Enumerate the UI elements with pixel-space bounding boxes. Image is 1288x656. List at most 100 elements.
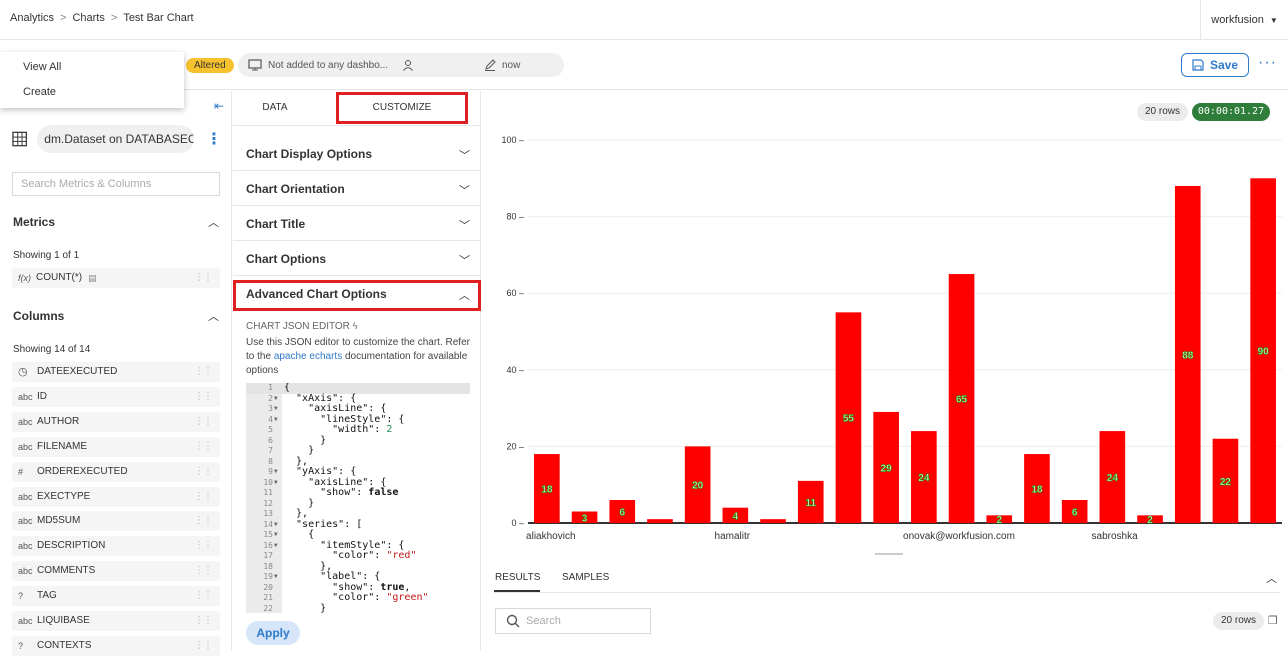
resize-handle[interactable]	[875, 553, 903, 555]
column-name: DESCRIPTION	[37, 540, 106, 552]
code-line: 9 ▼ "yAxis": {	[246, 466, 470, 478]
x-tick-label: hamalitr	[715, 531, 751, 542]
drag-handle-icon[interactable]: ⋮⋮	[194, 561, 213, 581]
drag-handle-icon[interactable]: ⋮⋮	[194, 268, 213, 288]
chevron-down-icon: ﹀	[459, 150, 470, 162]
breadcrumb-analytics[interactable]: Analytics	[10, 12, 54, 24]
save-button[interactable]: Save	[1181, 53, 1249, 77]
y-tick-label: 60 –	[506, 288, 524, 298]
drag-handle-icon[interactable]: ⋮⋮	[194, 586, 213, 606]
drag-handle-icon[interactable]: ⋮⋮	[194, 611, 213, 631]
chart-header: Altered Not added to any dashbo... now S…	[0, 40, 1288, 90]
chevron-up-icon[interactable]: ︿	[1266, 570, 1277, 586]
drag-handle-icon[interactable]: ⋮⋮	[194, 636, 213, 656]
column-item[interactable]: ? CONTEXTS ⋮⋮	[12, 635, 220, 656]
echarts-link[interactable]: apache echarts	[274, 351, 342, 362]
code-line: 5 "width": 2	[246, 424, 470, 436]
fold-arrow-icon[interactable]: ▼	[274, 394, 278, 405]
section-chart-title[interactable]: Chart Title ﹀	[233, 206, 481, 241]
fold-arrow-icon[interactable]: ▼	[274, 541, 278, 552]
column-item[interactable]: ◷ DATEEXECUTED ⋮⋮	[12, 362, 220, 382]
x-tick-label: onovak@workfusion.com	[903, 531, 1015, 542]
metrics-header[interactable]: Metrics	[13, 215, 55, 229]
fold-arrow-icon[interactable]: ▼	[274, 467, 278, 478]
results-search-input[interactable]: Search	[495, 608, 651, 634]
breadcrumb-charts[interactable]: Charts	[72, 12, 104, 24]
column-type-icon: abc	[18, 391, 33, 402]
metric-item[interactable]: f(x) COUNT(*) ▤ ⋮⋮	[12, 268, 220, 288]
y-tick-label: 20 –	[506, 441, 524, 451]
line-number: 2	[268, 393, 273, 403]
owner-icon[interactable]	[402, 59, 414, 71]
column-item[interactable]: abc FILENAME ⋮⋮	[12, 436, 220, 457]
column-type-icon: #	[18, 466, 24, 477]
column-item[interactable]: ? TAG ⋮⋮	[12, 586, 220, 607]
info-icon: ▤	[88, 273, 97, 283]
code-line: 8 },	[246, 456, 470, 468]
drag-handle-icon[interactable]: ⋮⋮	[194, 412, 213, 432]
column-name: FILENAME	[37, 440, 88, 452]
column-name: MD5SUM	[37, 515, 81, 527]
search-metrics-input[interactable]: Search Metrics & Columns	[12, 172, 220, 196]
dataset-menu-icon[interactable]: ⋮	[206, 129, 222, 149]
bar-value-label: 24	[918, 473, 930, 484]
fold-arrow-icon[interactable]: ▼	[274, 478, 278, 489]
tab-samples[interactable]: SAMPLES	[562, 572, 609, 583]
code-line: 21 "color": "green"	[246, 592, 470, 604]
code-text: },	[284, 508, 309, 519]
drag-handle-icon[interactable]: ⋮⋮	[194, 462, 213, 482]
breadcrumb-separator-icon: >	[110, 12, 118, 24]
caret-down-icon: ▼	[1269, 15, 1278, 25]
apply-button[interactable]: Apply	[246, 621, 300, 645]
dashboards-status[interactable]: Not added to any dashbo...	[268, 60, 392, 71]
fold-arrow-icon[interactable]: ▼	[274, 530, 278, 541]
line-number: 5	[268, 425, 273, 434]
collapse-panel-icon[interactable]: ⇤	[214, 99, 224, 113]
altered-badge[interactable]: Altered	[186, 58, 234, 73]
column-name: TAG	[37, 590, 57, 602]
chart-metadata-bar: Not added to any dashbo... now	[238, 53, 564, 77]
tab-data[interactable]: DATA	[233, 91, 317, 125]
chevron-up-icon[interactable]: ︿	[208, 308, 219, 324]
drag-handle-icon[interactable]: ⋮⋮	[194, 362, 213, 382]
code-text: "yAxis": {	[284, 466, 357, 477]
fold-arrow-icon[interactable]: ▼	[274, 520, 278, 531]
search-placeholder: Search	[526, 615, 561, 627]
column-item[interactable]: abc DESCRIPTION ⋮⋮	[12, 536, 220, 557]
drag-handle-icon[interactable]: ⋮⋮	[194, 487, 213, 507]
user-menu[interactable]: workfusion ▼	[1200, 0, 1288, 40]
column-item[interactable]: abc MD5SUM ⋮⋮	[12, 511, 220, 532]
column-item[interactable]: # ORDEREXECUTED ⋮⋮	[12, 461, 220, 482]
column-item[interactable]: abc LIQUIBASE ⋮⋮	[12, 611, 220, 631]
section-chart-display-options[interactable]: Chart Display Options ﹀	[233, 136, 481, 171]
bar-value-label: 6	[619, 508, 625, 519]
customize-highlight-box	[336, 92, 468, 124]
drag-handle-icon[interactable]: ⋮⋮	[194, 437, 213, 457]
drag-handle-icon[interactable]: ⋮⋮	[194, 511, 213, 531]
section-chart-orientation[interactable]: Chart Orientation ﹀	[233, 171, 481, 206]
dataset-name[interactable]: dm.Dataset on DATABASEC...	[37, 125, 194, 153]
column-item[interactable]: abc COMMENTS ⋮⋮	[12, 561, 220, 582]
save-label: Save	[1209, 58, 1239, 72]
menu-item-view-all[interactable]: View All	[0, 52, 184, 77]
menu-item-create[interactable]: Create	[0, 77, 184, 102]
json-code-editor[interactable]: 1{2 ▼ "xAxis": {3 ▼ "axisLine": {4 ▼ "lineS…	[246, 383, 470, 613]
fold-arrow-icon[interactable]: ▼	[274, 404, 278, 415]
column-type-icon: ?	[18, 591, 24, 602]
drag-handle-icon[interactable]: ⋮⋮	[194, 536, 213, 556]
column-item[interactable]: abc ID ⋮⋮	[12, 386, 220, 407]
section-chart-options[interactable]: Chart Options ﹀	[233, 241, 481, 276]
more-options-icon[interactable]: ···	[1258, 55, 1277, 71]
fold-arrow-icon[interactable]: ▼	[274, 415, 278, 426]
copy-icon[interactable]: ❐	[1268, 614, 1278, 627]
chevron-down-icon: ﹀	[459, 255, 470, 267]
drag-handle-icon[interactable]: ⋮⋮	[194, 387, 213, 407]
bar-value-label: 20	[692, 481, 704, 492]
chevron-up-icon[interactable]: ︿	[208, 214, 219, 230]
fold-arrow-icon[interactable]: ▼	[274, 572, 278, 583]
columns-header[interactable]: Columns	[13, 309, 64, 323]
top-bar: Analytics > Charts > Test Bar Chart work…	[0, 0, 1288, 40]
column-item[interactable]: abc AUTHOR ⋮⋮	[12, 411, 220, 432]
tab-results[interactable]: RESULTS	[495, 572, 540, 583]
column-item[interactable]: abc EXECTYPE ⋮⋮	[12, 486, 220, 507]
